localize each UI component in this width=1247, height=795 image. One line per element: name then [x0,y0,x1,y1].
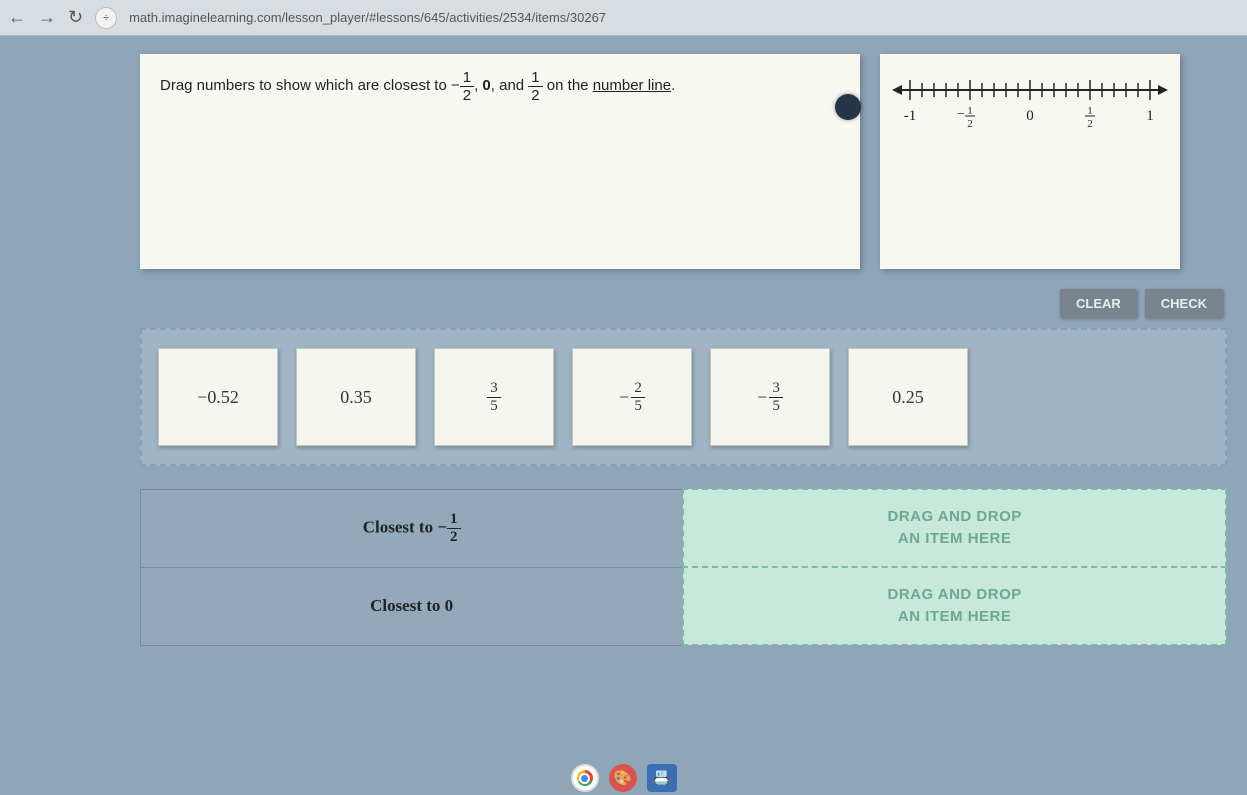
address-url[interactable]: math.imaginelearning.com/lesson_player/#… [129,10,606,25]
clear-button[interactable]: CLEAR [1060,289,1137,318]
tile-0-35[interactable]: 0.35 [296,348,416,446]
svg-text:2: 2 [1087,118,1093,130]
svg-text:−: − [957,107,965,122]
app-icon-blue[interactable]: 📇 [647,764,677,792]
taskbar: 🎨 📇 [0,761,1247,795]
tile-3-5[interactable]: 35 [434,348,554,446]
svg-text:1: 1 [1087,105,1093,117]
browser-toolbar: ← → ↻ ÷ math.imaginelearning.com/lesson_… [0,0,1247,36]
chrome-icon[interactable] [571,764,599,792]
instruction-text: Drag numbers to show which are closest t… [160,77,675,94]
back-icon[interactable]: ← [8,7,26,28]
drop-target-table: Closest to −12 DRAG AND DROPAN ITEM HERE… [140,488,1227,646]
drop-zone-neg-half[interactable]: DRAG AND DROPAN ITEM HERE [683,489,1226,567]
check-button[interactable]: CHECK [1145,289,1223,318]
reload-icon[interactable]: ↻ [68,7,83,28]
site-icon: ÷ [95,7,117,29]
tile-neg-2-5[interactable]: −25 [572,348,692,446]
app-icon-red[interactable]: 🎨 [609,764,637,792]
svg-text:-1: -1 [904,108,917,124]
tile-0-25[interactable]: 0.25 [848,348,968,446]
svg-text:2: 2 [967,118,973,130]
draggable-source-tray: −0.52 0.35 35 −25 −35 0.25 [140,328,1227,466]
number-line-card: -1 0 1 − 1 2 1 2 [880,54,1180,269]
tile-neg-0-52[interactable]: −0.52 [158,348,278,446]
drop-label-zero: Closest to 0 [141,567,684,645]
tile-neg-3-5[interactable]: −35 [710,348,830,446]
svg-text:1: 1 [967,105,973,117]
svg-text:1: 1 [1146,108,1154,124]
drop-label-neg-half: Closest to −12 [141,489,684,567]
forward-icon[interactable]: → [38,7,56,28]
audio-play-button[interactable] [835,94,861,120]
drop-zone-zero[interactable]: DRAG AND DROPAN ITEM HERE [683,567,1226,645]
svg-text:0: 0 [1026,108,1034,124]
number-line-svg: -1 0 1 − 1 2 1 2 [890,70,1170,140]
instruction-card: Drag numbers to show which are closest t… [140,54,860,269]
